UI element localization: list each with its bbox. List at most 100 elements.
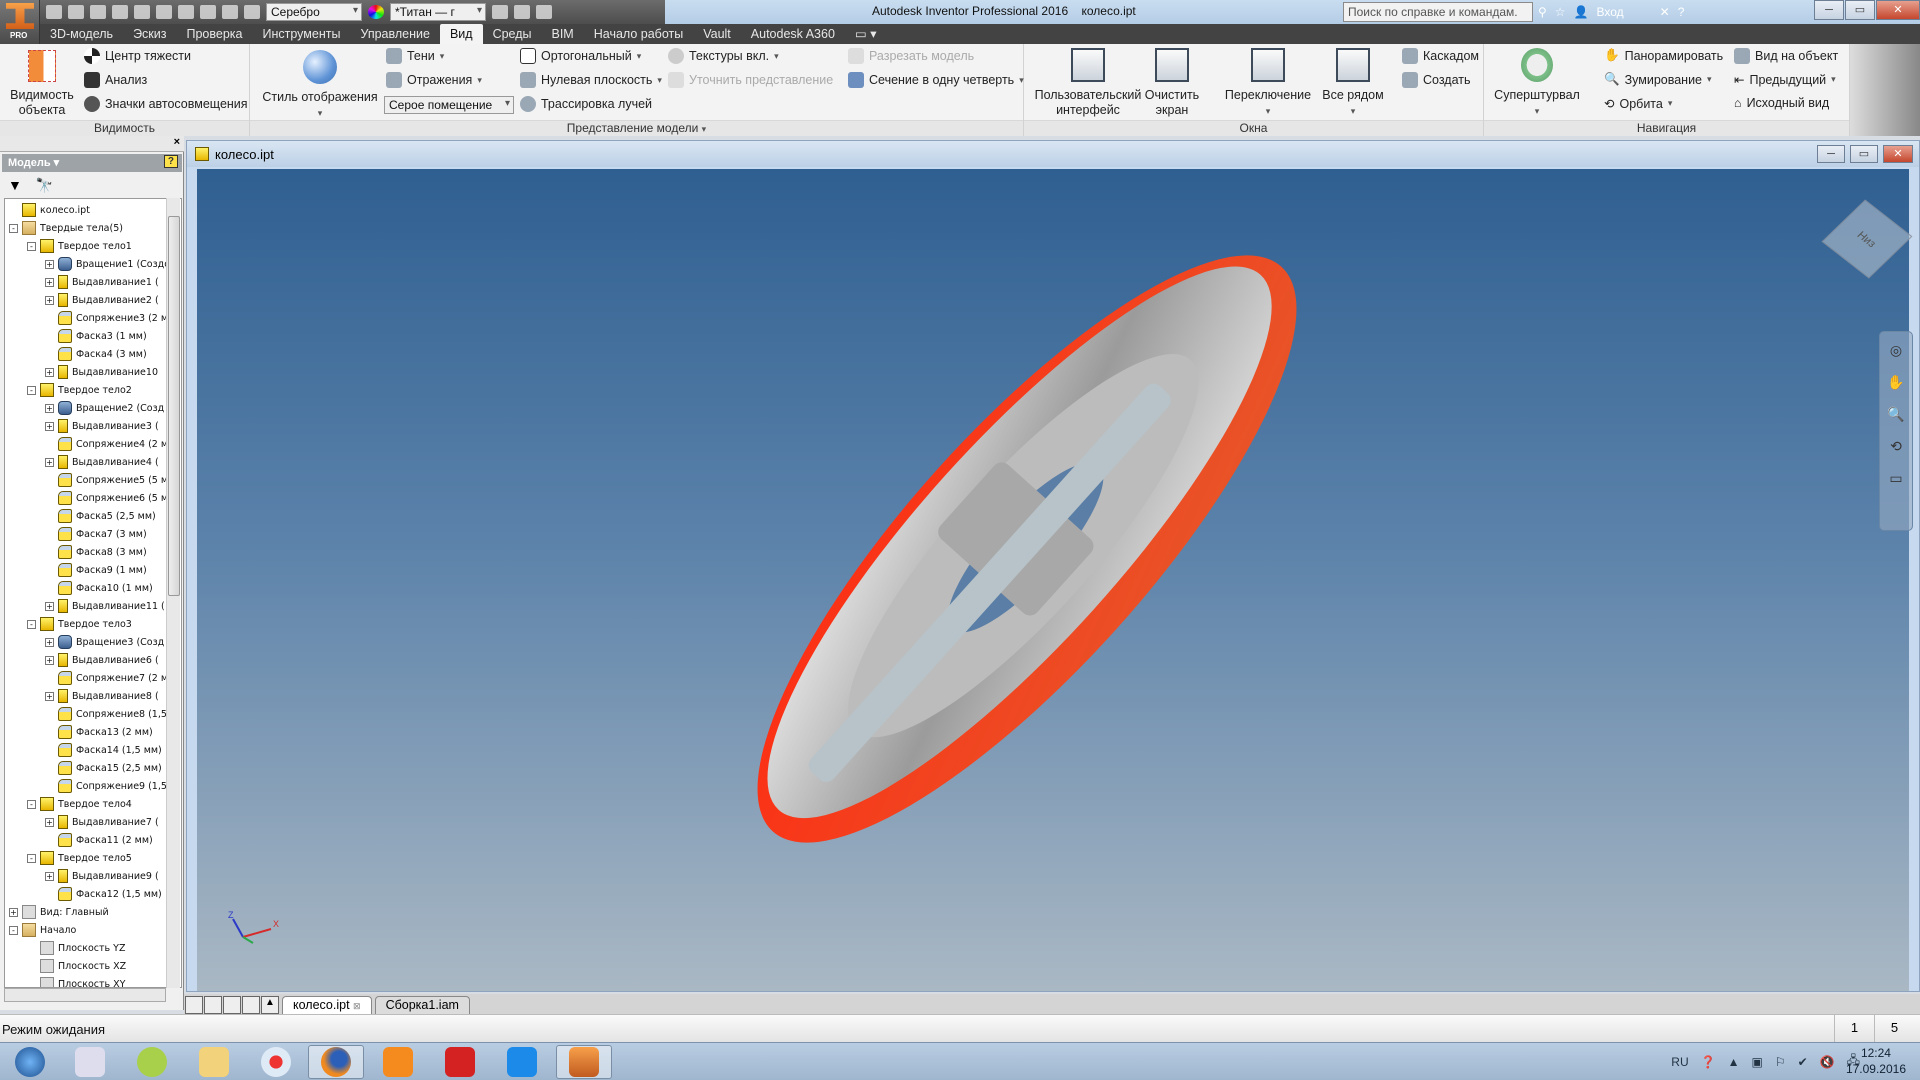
user-interface-button[interactable]: Пользовательский интерфейс xyxy=(1032,44,1144,118)
taskbar-odnoklassniki[interactable] xyxy=(370,1045,426,1079)
restore-button[interactable]: ▭ xyxy=(1845,0,1875,20)
doc-minimize-button[interactable]: ─ xyxy=(1817,145,1845,163)
tile-button[interactable]: Все рядом ▾ xyxy=(1320,44,1386,119)
ray-tracing-button[interactable]: Трассировка лучей xyxy=(520,96,652,112)
expand-icon[interactable]: + xyxy=(45,367,54,377)
cascade-button[interactable]: Каскадом xyxy=(1402,48,1479,64)
tree-node[interactable]: Фаска3 (1 мм) xyxy=(45,327,147,345)
signin-link[interactable]: Вход xyxy=(1597,5,1624,19)
tree-node[interactable]: Фаска14 (1,5 мм) xyxy=(45,741,162,759)
material-dropdown[interactable]: Серебро xyxy=(266,3,362,21)
tab-7[interactable]: BIM xyxy=(542,24,584,44)
appearance-dropdown[interactable]: *Титан — г xyxy=(390,3,486,21)
tree-node[interactable]: Плоскость YZ xyxy=(27,939,126,957)
tree-node[interactable]: - Твердое тело1 xyxy=(27,237,132,255)
tree-node[interactable]: - Твердое тело3 xyxy=(27,615,132,633)
satellite-icon[interactable]: ⚲ xyxy=(1538,5,1547,19)
taskbar-health-app[interactable] xyxy=(248,1045,304,1079)
tree-node[interactable]: Сопряжение7 (2 м xyxy=(45,669,168,687)
collapse-icon[interactable]: - xyxy=(27,619,36,629)
tab-5[interactable]: Вид xyxy=(439,24,483,44)
center-of-gravity-button[interactable]: Центр тяжести xyxy=(84,48,191,64)
tree-node[interactable]: + Выдавливание1 ( xyxy=(45,273,159,291)
tile-view-icon[interactable] xyxy=(204,996,222,1014)
tree-node[interactable]: - Твердые тела(5) xyxy=(9,219,123,237)
application-menu-button[interactable]: PRO xyxy=(0,0,40,44)
update-icon[interactable] xyxy=(178,5,194,19)
tree-horizontal-scrollbar[interactable] xyxy=(4,988,166,1002)
taskbar-solidworks[interactable] xyxy=(432,1045,488,1079)
look-at-icon[interactable]: ▭ xyxy=(1885,470,1907,492)
tree-node[interactable]: Сопряжение8 (1,5 xyxy=(45,705,167,723)
tree-node[interactable]: Фаска13 (2 мм) xyxy=(45,723,153,741)
horizontal-view-icon[interactable] xyxy=(223,996,241,1014)
doc-tab-koleso[interactable]: колесо.ipt ⊠ xyxy=(282,996,372,1014)
tree-node[interactable]: - Начало xyxy=(9,921,76,939)
tree-node[interactable]: Сопряжение3 (2 м xyxy=(45,309,168,327)
tree-node[interactable]: Сопряжение6 (5 м xyxy=(45,489,168,507)
home-view-button[interactable]: ⌂ Исходный вид xyxy=(1734,96,1829,110)
start-button[interactable] xyxy=(2,1045,58,1079)
close-browser-icon[interactable]: × xyxy=(174,136,180,148)
tab-3[interactable]: Инструменты xyxy=(252,24,350,44)
safe-remove-icon[interactable]: ✔ xyxy=(1798,1055,1808,1069)
volume-muted-icon[interactable]: 🔇 xyxy=(1820,1055,1835,1069)
tab-6[interactable]: Среды xyxy=(483,24,542,44)
new-icon[interactable] xyxy=(46,5,62,19)
expand-icon[interactable]: + xyxy=(45,277,54,287)
taskbar-explorer[interactable] xyxy=(186,1045,242,1079)
visual-style-button[interactable]: Стиль отображения ▾ xyxy=(260,48,380,121)
zoom-icon[interactable]: 🔍 xyxy=(1885,406,1907,428)
taskbar-firefox[interactable] xyxy=(308,1045,364,1079)
expand-icon[interactable]: + xyxy=(45,403,54,413)
tree-node[interactable]: + Выдавливание11 ( xyxy=(45,597,165,615)
redo-icon[interactable] xyxy=(134,5,150,19)
taskbar-mail[interactable] xyxy=(494,1045,550,1079)
fx-icon[interactable] xyxy=(514,5,530,19)
tree-node[interactable]: Фаска7 (3 мм) xyxy=(45,525,147,543)
open-icon[interactable] xyxy=(68,5,84,19)
doc-tab-sborka[interactable]: Сборка1.iam xyxy=(374,996,470,1014)
tree-node[interactable]: Фаска4 (3 мм) xyxy=(45,345,147,363)
steering-wheels-button[interactable]: Суперштурвал ▾ xyxy=(1492,44,1582,119)
tree-node[interactable]: Сопряжение9 (1,5 xyxy=(45,777,167,795)
clock[interactable]: 12:24 17.09.2016 xyxy=(1846,1045,1906,1077)
tree-node[interactable]: Фаска15 (2,5 мм) xyxy=(45,759,162,777)
flag-icon[interactable]: ⚐ xyxy=(1775,1055,1786,1069)
measure-icon[interactable] xyxy=(222,5,238,19)
tab-0[interactable]: 3D-модель xyxy=(40,24,123,44)
tree-node[interactable]: Фаска8 (3 мм) xyxy=(45,543,147,561)
expand-icon[interactable]: + xyxy=(45,295,54,305)
plus-icon[interactable] xyxy=(536,5,552,19)
tree-node[interactable]: + Выдавливание7 ( xyxy=(45,813,159,831)
tab-1[interactable]: Эскиз xyxy=(123,24,176,44)
star-icon[interactable]: ☆ xyxy=(1555,5,1566,19)
zoom-button[interactable]: 🔍 Зумирование ▾ xyxy=(1604,72,1712,87)
tab-4[interactable]: Управление xyxy=(350,24,440,44)
show-hidden-icon[interactable]: ▲ xyxy=(1728,1055,1740,1069)
tree-node[interactable]: Сопряжение5 (5 м xyxy=(45,471,168,489)
tab-9[interactable]: Vault xyxy=(693,24,741,44)
save-icon[interactable] xyxy=(90,5,106,19)
taskbar-lambda-app[interactable] xyxy=(62,1045,118,1079)
taskbar-edge-app[interactable] xyxy=(124,1045,180,1079)
expand-icon[interactable]: + xyxy=(45,637,54,647)
reflections-button[interactable]: Отражения ▾ xyxy=(386,72,482,88)
orthographic-button[interactable]: Ортогональный ▾ xyxy=(520,48,641,64)
help-icon[interactable]: ? xyxy=(1678,5,1685,19)
expand-icon[interactable]: + xyxy=(45,457,54,467)
taskbar-inventor[interactable] xyxy=(556,1045,612,1079)
expand-icon[interactable]: + xyxy=(45,871,54,881)
tree-node[interactable]: - Твердое тело4 xyxy=(27,795,132,813)
exchange-icon[interactable]: ✕ xyxy=(1660,5,1670,19)
lighting-dropdown[interactable]: Серое помещение xyxy=(384,96,514,114)
tree-node[interactable]: + Выдавливание2 ( xyxy=(45,291,159,309)
expand-icon[interactable]: + xyxy=(45,601,54,611)
expand-icon[interactable]: + xyxy=(9,907,18,917)
tab-list-icon[interactable]: ▲ xyxy=(261,996,279,1014)
orbit-button[interactable]: ⟲ Орбита ▾ xyxy=(1604,96,1672,112)
tab-2[interactable]: Проверка xyxy=(176,24,252,44)
expand-icon[interactable]: + xyxy=(45,691,54,701)
switch-button[interactable]: Переключение ▾ xyxy=(1220,44,1316,119)
tree-node[interactable]: Фаска9 (1 мм) xyxy=(45,561,147,579)
